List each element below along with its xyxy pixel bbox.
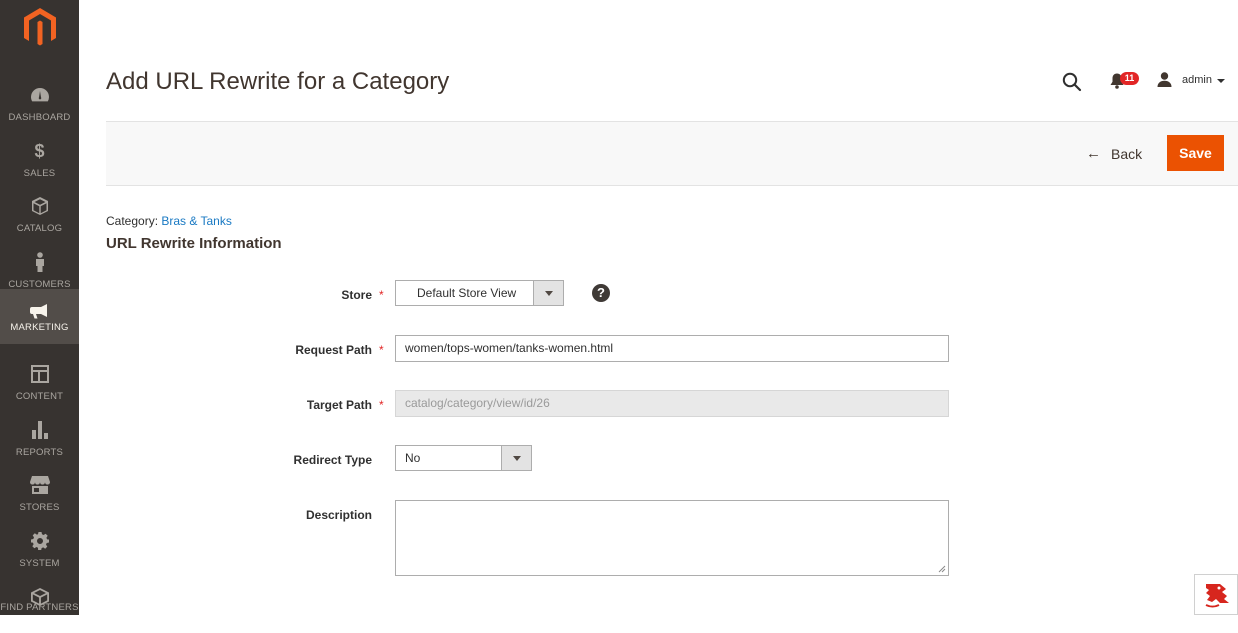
box-icon xyxy=(31,197,48,215)
megaphone-icon xyxy=(29,304,47,319)
nav-item-system[interactable]: System xyxy=(0,522,79,577)
section-title: URL Rewrite Information xyxy=(106,235,282,252)
chevron-down-icon[interactable] xyxy=(1217,79,1225,83)
target-path-input: catalog/category/view/id/26 xyxy=(395,390,949,417)
page-actions-bar xyxy=(106,121,1238,186)
magento-logo[interactable] xyxy=(24,8,56,48)
redirect-type-select-value: No xyxy=(405,451,421,465)
nav-label-find-partners: Find Partners xyxy=(0,602,79,613)
request-path-label: Request Path xyxy=(295,343,372,357)
person-icon xyxy=(35,252,44,272)
nav-label-system: System xyxy=(19,558,60,569)
resize-grip-icon[interactable] xyxy=(938,565,946,573)
nav-item-dashboard[interactable]: Dashboard xyxy=(0,76,79,131)
required-mark: * xyxy=(379,288,384,302)
nav-label-dashboard: Dashboard xyxy=(8,112,71,123)
required-mark: * xyxy=(379,343,384,357)
gear-icon xyxy=(30,532,49,550)
nav-item-find-partners[interactable]: Find Partners xyxy=(0,578,79,633)
category-info: Category: Bras & Tanks xyxy=(106,214,232,228)
storefront-icon xyxy=(29,476,50,494)
bar-chart-icon xyxy=(31,421,48,439)
category-link[interactable]: Bras & Tanks xyxy=(161,214,231,228)
help-icon[interactable]: ? xyxy=(592,284,610,302)
description-label: Description xyxy=(305,508,372,522)
corner-extension-badge[interactable] xyxy=(1194,574,1238,615)
nav-label-sales: Sales xyxy=(23,168,56,179)
bird-logo-icon xyxy=(1205,584,1229,608)
chevron-down-icon xyxy=(501,446,531,470)
arrow-left-icon: ← xyxy=(1086,145,1101,162)
nav-label-marketing: Marketing xyxy=(10,322,69,333)
page-title: Add URL Rewrite for a Category xyxy=(106,68,450,95)
admin-user-menu[interactable]: admin xyxy=(1182,74,1212,86)
user-icon[interactable] xyxy=(1157,72,1172,87)
nav-label-catalog: Catalog xyxy=(16,223,63,234)
search-icon[interactable] xyxy=(1062,72,1082,92)
notification-count-badge[interactable]: 11 xyxy=(1120,72,1139,85)
dashboard-icon xyxy=(30,88,49,102)
chevron-down-icon xyxy=(533,281,563,305)
required-mark: * xyxy=(379,398,384,412)
description-textarea[interactable] xyxy=(395,500,949,576)
category-prefix: Category: xyxy=(106,214,159,228)
redirect-type-select[interactable]: No xyxy=(395,445,532,471)
nav-item-sales[interactable]: $ Sales xyxy=(0,132,79,187)
back-button-label: Back xyxy=(1111,146,1143,162)
target-path-label: Target Path xyxy=(306,398,372,412)
store-label: Store xyxy=(341,288,372,302)
dollar-icon: $ xyxy=(34,141,45,161)
layout-icon xyxy=(30,365,49,383)
store-select-value: Default Store View xyxy=(417,286,517,300)
redirect-type-label: Redirect Type xyxy=(293,453,372,467)
store-select[interactable]: Default Store View xyxy=(395,280,564,306)
save-button[interactable]: Save xyxy=(1167,135,1224,171)
admin-sidebar: Dashboard $ Sales Catalog Customers Mark… xyxy=(0,0,79,615)
back-button[interactable]: ← Back xyxy=(1086,144,1142,164)
nav-item-catalog[interactable]: Catalog xyxy=(0,187,79,242)
request-path-input[interactable]: women/tops-women/tanks-women.html xyxy=(395,335,949,362)
